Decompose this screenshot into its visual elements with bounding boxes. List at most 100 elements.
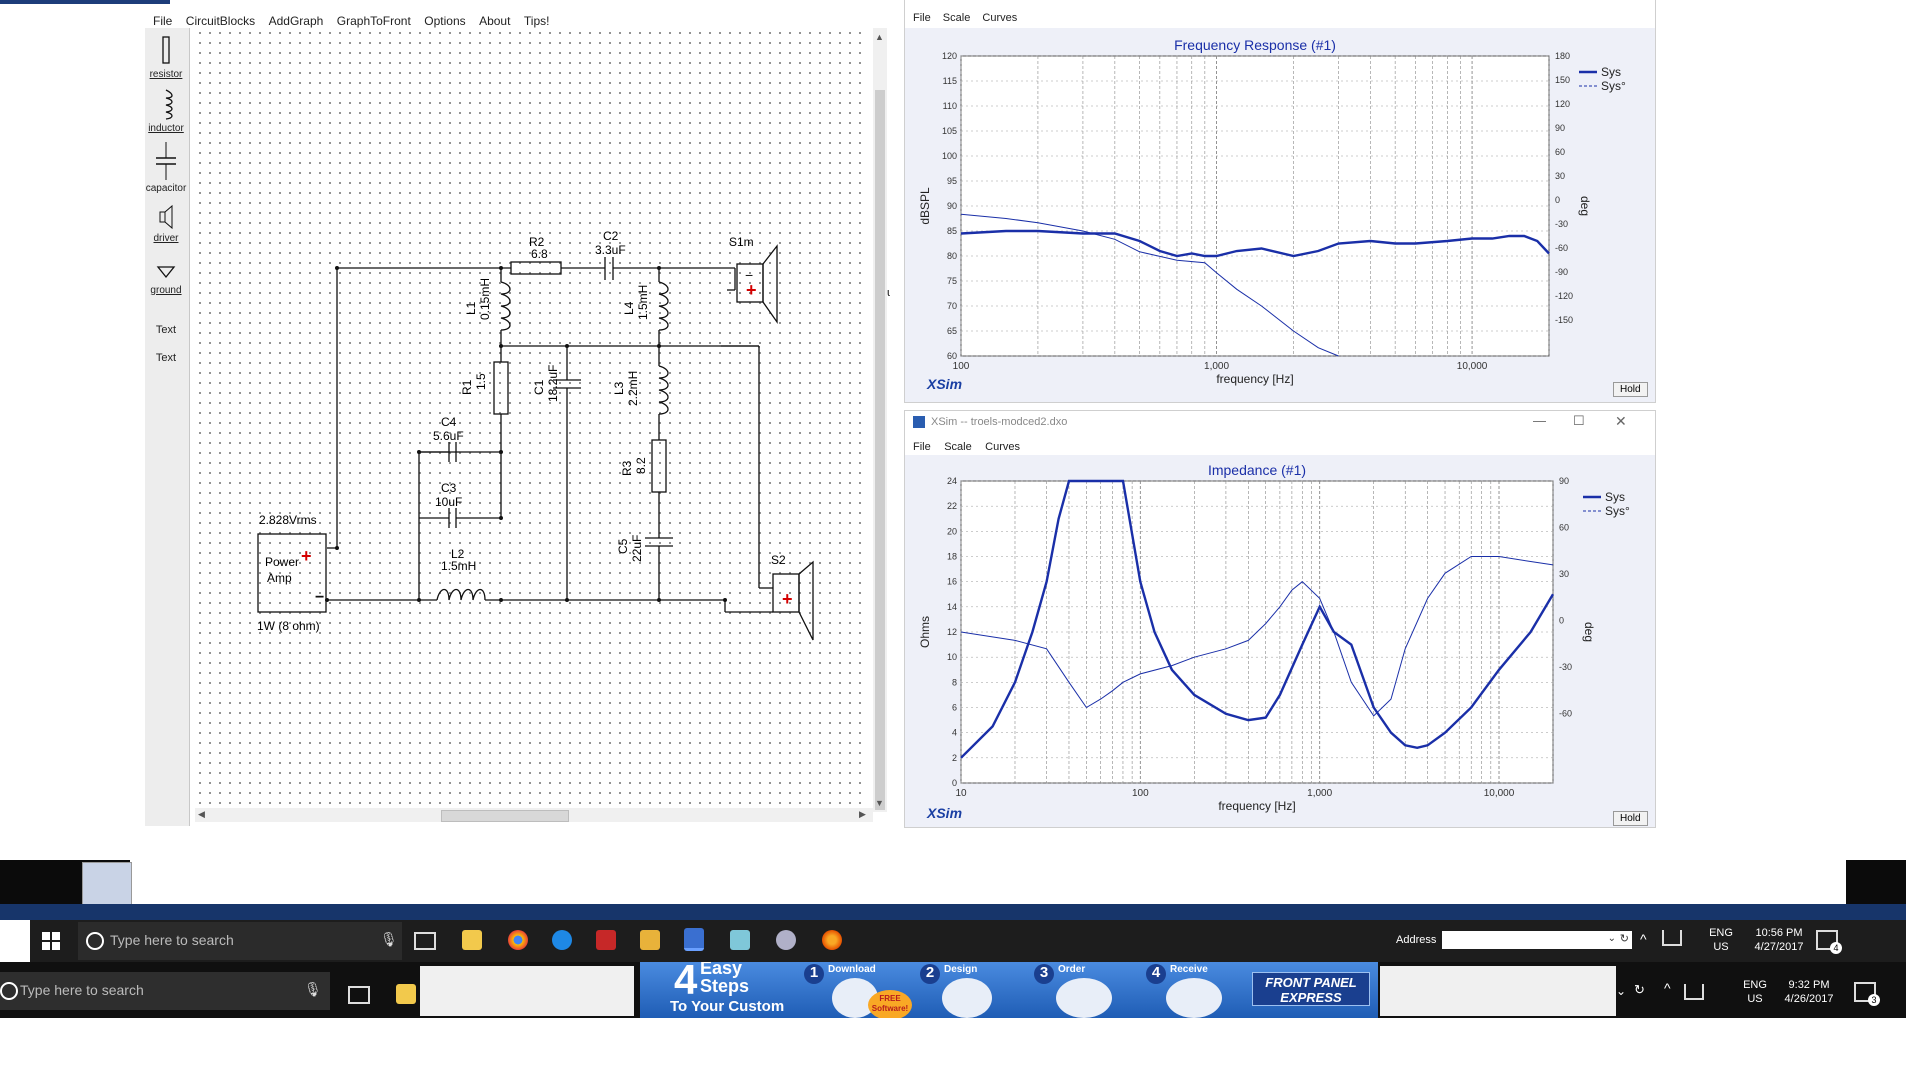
y2-tick-label: -60 (1555, 243, 1568, 253)
microphone-icon[interactable]: 🎙 (304, 981, 322, 998)
label-L2-val: 1.5mH (441, 559, 476, 573)
clock[interactable]: 10:56 PM 4/27/2017 (1744, 926, 1814, 954)
step-number: 4 (1146, 964, 1166, 984)
taskbar-button-blank-2[interactable] (1380, 966, 1616, 1016)
L2-symbol (436, 588, 486, 601)
search-box[interactable]: Type here to search 🎙 (0, 972, 330, 1010)
app-icon-paint[interactable] (776, 930, 796, 950)
chart-title: Frequency Response (#1) (1174, 37, 1336, 53)
y2-axis-label: deg (1582, 622, 1596, 642)
menu-scale[interactable]: Scale (944, 441, 972, 453)
label-amp-voltage: 2.828Vrms (259, 513, 317, 527)
svg-text:+: + (746, 280, 757, 300)
close-button[interactable]: ✕ (1615, 413, 1627, 430)
firefox-icon[interactable] (822, 930, 842, 950)
L1-symbol (500, 281, 511, 331)
y-tick-label: 110 (943, 101, 957, 111)
label-C3: C3 (441, 481, 457, 495)
step-label: Receive (1170, 964, 1208, 975)
address-input[interactable]: ⌄ ↻ (1442, 931, 1632, 949)
x-tick-label: 100 (953, 361, 970, 372)
y2-tick-label: 90 (1559, 476, 1569, 486)
y2-tick-label: 60 (1555, 147, 1565, 157)
menu-file[interactable]: File (913, 12, 931, 24)
language-indicator[interactable]: ENG US (1740, 978, 1770, 1006)
thumb-preview (82, 862, 132, 906)
network-icon[interactable] (1662, 930, 1682, 946)
dropdown-icon[interactable]: ⌄ (1608, 933, 1616, 944)
notification-center[interactable]: 4 (1816, 930, 1842, 954)
edge-icon[interactable] (552, 930, 572, 950)
xsim-logo: XSim (927, 376, 963, 392)
file-explorer-icon[interactable] (462, 930, 482, 950)
notification-center[interactable]: 3 (1854, 982, 1880, 1006)
x-tick-label: 10,000 (1457, 361, 1488, 372)
step-image (1056, 978, 1112, 1018)
clock[interactable]: 9:32 PM 4/26/2017 (1774, 978, 1844, 1006)
svg-text:−: − (315, 589, 324, 606)
blue-band (0, 904, 1906, 920)
dropdown-icon[interactable]: ⌄ (1616, 984, 1626, 998)
step-number: 1 (804, 964, 824, 984)
y-tick-label: 65 (947, 326, 957, 336)
menu-file[interactable]: File (913, 441, 931, 453)
acrobat-icon[interactable] (596, 930, 616, 950)
imp-window-title: XSim -- troels-modced2.dxo (931, 416, 1068, 428)
y-tick-label: 75 (947, 276, 957, 286)
chevron-up-icon[interactable]: ^ (1664, 980, 1671, 996)
taskbar-button-blank[interactable] (420, 966, 634, 1016)
L3-symbol (658, 365, 669, 415)
xsim-taskbar-icon[interactable] (684, 928, 704, 951)
ad-step-1: 1 Download FREE Software! (804, 964, 914, 1018)
maximize-button[interactable]: ☐ (1573, 413, 1585, 429)
refresh-icon[interactable]: ↻ (1634, 982, 1645, 998)
ad-step-3: 3 Order (1034, 964, 1134, 1018)
step-label: Design (944, 964, 978, 975)
label-R2-val: 6.8 (531, 247, 548, 261)
chrome-icon[interactable] (508, 930, 528, 950)
label-R1-val: 1.5 (474, 373, 488, 390)
hold-button[interactable]: Hold (1613, 811, 1648, 826)
menu-scale[interactable]: Scale (943, 12, 971, 24)
y-tick-label: 12 (947, 627, 957, 637)
y-tick-label: 18 (947, 552, 957, 562)
search-box[interactable]: Type here to search 🎙 (78, 922, 402, 960)
label-C2-val: 3.3uF (595, 243, 626, 257)
label-C4-val: 5.6uF (433, 429, 464, 443)
windows-icon (42, 932, 60, 950)
label-R3: R3 (620, 460, 634, 476)
file-explorer-icon[interactable] (396, 984, 416, 1004)
network-icon[interactable] (1684, 984, 1704, 1000)
app-icon-yellow[interactable] (640, 930, 660, 950)
y-tick-label: 2 (952, 753, 957, 763)
hold-button[interactable]: Hold (1613, 382, 1648, 397)
menu-curves[interactable]: Curves (985, 441, 1020, 453)
legend-label: Sys° (1605, 504, 1630, 518)
app-icon-teal[interactable] (730, 930, 750, 950)
language-indicator[interactable]: ENG US (1706, 926, 1736, 954)
refresh-icon[interactable]: ↻ (1620, 932, 1629, 945)
ad-brand: FRONT PANEL EXPRESS (1252, 972, 1370, 1006)
step-image (942, 978, 992, 1018)
y-tick-label: 105 (942, 126, 957, 136)
y-tick-label: 22 (947, 501, 957, 511)
ad-brand-line1: FRONT PANEL (1265, 975, 1357, 990)
minimize-button[interactable]: — (1533, 413, 1546, 428)
ad-line2: Steps (700, 976, 750, 996)
label-S1m: S1m (729, 235, 754, 249)
y-tick-label: 4 (952, 728, 957, 738)
label-C1: C1 (532, 379, 546, 395)
task-view-icon[interactable] (348, 986, 370, 1004)
chevron-up-icon[interactable]: ^ (1640, 931, 1647, 947)
microphone-icon[interactable]: 🎙 (380, 931, 398, 948)
y2-tick-label: -60 (1559, 708, 1572, 718)
front-panel-ad[interactable]: 4 Easy Steps To Your Custom 1 Download F… (640, 962, 1378, 1018)
legend-label: Sys (1605, 490, 1625, 504)
step-number: 3 (1034, 964, 1054, 984)
y-tick-label: 85 (947, 226, 957, 236)
menu-curves[interactable]: Curves (982, 12, 1017, 24)
partial-label: um (887, 287, 890, 299)
ad-line3: To Your Custom (670, 998, 785, 1015)
start-button[interactable] (42, 932, 60, 950)
task-view-icon[interactable] (414, 932, 436, 950)
